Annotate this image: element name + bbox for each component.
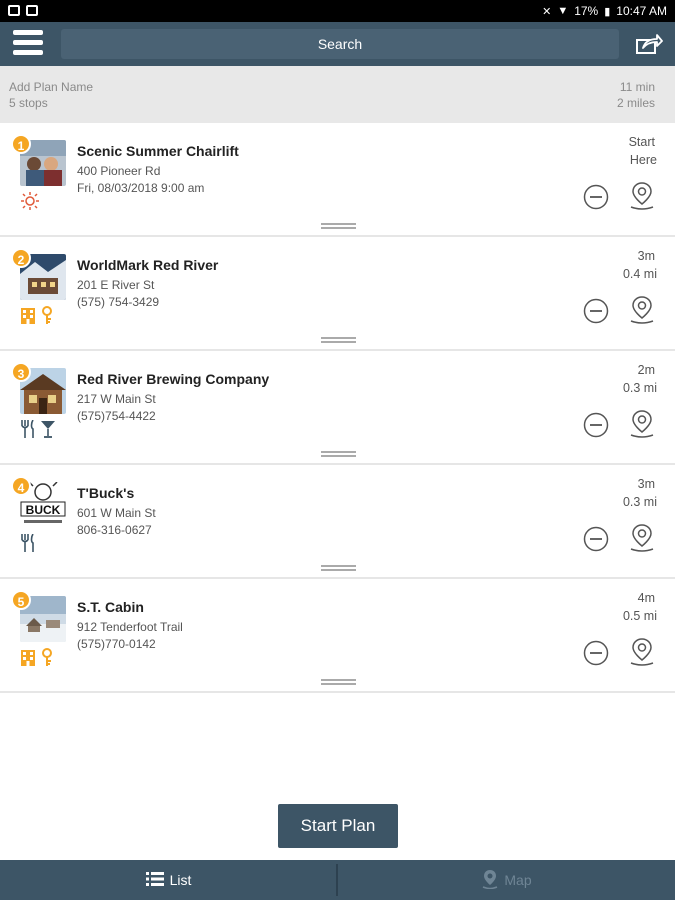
battery-icon: ▮: [604, 5, 611, 18]
stop-phone: (575)770-0142: [77, 637, 156, 651]
stop-phone: 806-316-0627: [77, 523, 152, 537]
stop-phone: (575) 754-3429: [77, 295, 160, 309]
stop-number-badge: 5: [11, 590, 31, 610]
search-bar[interactable]: Search: [61, 29, 619, 59]
stop-travel-distance: 0.3 mi: [622, 495, 657, 509]
notification-icons: [8, 5, 38, 16]
map-pin-icon[interactable]: [628, 409, 656, 439]
map-pin-icon[interactable]: [628, 637, 656, 667]
sun-icon: [20, 192, 40, 210]
stop-travel-time: 2m: [637, 363, 655, 377]
stop-travel-distance: 0.5 mi: [622, 609, 657, 623]
mute-icon: ✕: [542, 5, 552, 18]
stop-datetime: Fri, 08/03/2018 9:00 am: [77, 181, 205, 195]
stop-address: 217 W Main St: [77, 392, 156, 406]
stop-amenities: [20, 191, 40, 211]
plan-summary: Add Plan Name 5 stops 11 min 2 miles: [0, 66, 675, 123]
stop-item[interactable]: 3 Red River Brewing Company 217 W Main S…: [0, 351, 675, 465]
battery-level: 17%: [574, 4, 599, 18]
stop-amenities: [20, 419, 56, 439]
total-time: 11 min: [619, 80, 655, 94]
status-bar: ✕ ▼ 17% ▮ 10:47 AM: [0, 0, 675, 22]
stop-address: 912 Tenderfoot Trail: [77, 620, 183, 634]
stop-travel-distance: 0.4 mi: [622, 267, 657, 281]
stop-address: 201 E River St: [77, 278, 155, 292]
stop-item[interactable]: 5 S.T. Cabin 912 Tenderfoot Trail (575)7…: [0, 579, 675, 693]
tab-list[interactable]: List: [0, 860, 337, 900]
stop-name[interactable]: WorldMark Red River: [77, 257, 218, 273]
total-distance: 2 miles: [616, 96, 655, 110]
stop-number-badge: 4: [11, 476, 31, 496]
stop-number-badge: 3: [11, 362, 31, 382]
gallery-notification-icon: [8, 5, 20, 16]
start-plan-button[interactable]: Start Plan: [278, 804, 398, 848]
key-icon: [40, 648, 54, 666]
stop-address: 400 Pioneer Rd: [77, 164, 161, 178]
app-bar: Search: [0, 22, 675, 66]
remove-stop-icon[interactable]: [583, 298, 609, 324]
stop-name[interactable]: Red River Brewing Company: [77, 371, 269, 387]
map-pin-icon[interactable]: [628, 181, 656, 211]
menu-icon[interactable]: [13, 30, 45, 58]
map-pin-tab-icon: [482, 869, 498, 892]
bottom-tab-bar: List Map: [0, 860, 675, 900]
plan-name-field[interactable]: Add Plan Name: [9, 80, 93, 94]
stop-number-badge: 1: [11, 134, 31, 154]
drag-handle[interactable]: [321, 223, 356, 229]
share-icon[interactable]: [635, 32, 663, 56]
drag-handle[interactable]: [321, 565, 356, 571]
stop-number-badge: 2: [11, 248, 31, 268]
remove-stop-icon[interactable]: [583, 526, 609, 552]
stops-count: 5 stops: [9, 96, 48, 110]
stop-phone: (575)754-4422: [77, 409, 156, 423]
stop-item[interactable]: 4 BUCK T'Buck's 601 W Main St 806-316-06…: [0, 465, 675, 579]
tab-map-label: Map: [504, 872, 532, 888]
stop-name[interactable]: S.T. Cabin: [77, 599, 144, 615]
wifi-icon: ▼: [557, 5, 569, 17]
cocktail-icon: [40, 420, 56, 438]
stops-list: 1 Scenic Summer Chairlift 400 Pioneer Rd…: [0, 123, 675, 693]
drag-handle[interactable]: [321, 337, 356, 343]
key-icon: [40, 306, 54, 324]
clock: 10:47 AM: [616, 4, 667, 18]
stop-name[interactable]: T'Buck's: [77, 485, 134, 501]
stop-item[interactable]: 1 Scenic Summer Chairlift 400 Pioneer Rd…: [0, 123, 675, 237]
stop-amenities: [20, 533, 36, 553]
hotel-icon: [20, 306, 36, 324]
stop-travel-time: 3m: [637, 249, 655, 263]
map-pin-icon[interactable]: [628, 295, 656, 325]
drag-handle[interactable]: [321, 451, 356, 457]
stop-travel-distance: Here: [629, 153, 657, 167]
stop-travel-distance: 0.3 mi: [622, 381, 657, 395]
restaurant-icon: [20, 420, 36, 438]
hotel-icon: [20, 648, 36, 666]
stop-travel-time: Start: [628, 135, 655, 149]
remove-stop-icon[interactable]: [583, 184, 609, 210]
tab-divider: [336, 864, 338, 896]
stop-item[interactable]: 2 WorldMark Red River 201 E River St (57…: [0, 237, 675, 351]
list-icon: [145, 871, 164, 889]
stop-address: 601 W Main St: [77, 506, 156, 520]
status-right: ✕ ▼ 17% ▮ 10:47 AM: [542, 4, 667, 18]
tbucks-logo-text: BUCK: [26, 503, 61, 517]
stop-amenities: [20, 647, 54, 667]
remove-stop-icon[interactable]: [583, 640, 609, 666]
plan-screen: ✕ ▼ 17% ▮ 10:47 AM Search Add Plan Name …: [0, 0, 675, 900]
mail-notification-icon: [26, 5, 38, 16]
stop-name[interactable]: Scenic Summer Chairlift: [77, 143, 239, 159]
tab-list-label: List: [169, 872, 192, 888]
restaurant-icon: [20, 534, 36, 552]
tab-map[interactable]: Map: [339, 860, 675, 900]
map-pin-icon[interactable]: [628, 523, 656, 553]
stop-amenities: [20, 305, 54, 325]
remove-stop-icon[interactable]: [583, 412, 609, 438]
stop-travel-time: 3m: [637, 477, 655, 491]
stop-travel-time: 4m: [637, 591, 655, 605]
drag-handle[interactable]: [321, 679, 356, 685]
